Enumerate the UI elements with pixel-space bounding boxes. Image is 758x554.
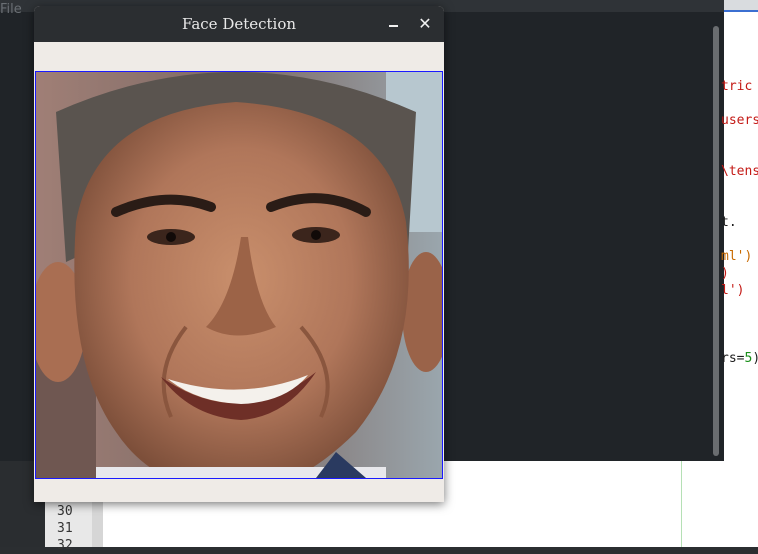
code-fragment: \tens (721, 164, 758, 179)
code-line: rs=5) (721, 351, 758, 367)
vertical-scrollbar[interactable] (713, 26, 719, 456)
close-button[interactable]: ✕ (415, 14, 435, 34)
minimize-button[interactable] (383, 14, 403, 34)
face-detection-window: Face Detection ✕ (34, 6, 444, 502)
code-line: ml') (721, 249, 752, 265)
code-fragment: ) (721, 266, 729, 281)
code-fragment: users (721, 113, 758, 128)
window-toolbar (34, 42, 444, 71)
face-illustration (36, 72, 442, 478)
code-pane-header (724, 0, 758, 10)
code-pane-accent (724, 10, 758, 12)
code-fragment: rs= (721, 351, 745, 366)
code-fragment: ) (752, 351, 758, 366)
window-statusbar (34, 480, 444, 502)
close-icon: ✕ (418, 14, 432, 33)
code-fragment: l') (721, 283, 745, 298)
menu-file[interactable]: File (0, 3, 22, 17)
line-number: 31 (57, 521, 73, 536)
margin-guide (681, 461, 682, 547)
code-fragment: t. (721, 215, 737, 230)
code-fragment: ml') (721, 249, 753, 264)
line-number: 30 (57, 504, 73, 519)
line-number: 32 (57, 538, 73, 553)
code-fragment: tric (721, 79, 753, 94)
detected-face-image (35, 71, 443, 479)
window-titlebar[interactable]: Face Detection ✕ (34, 6, 444, 42)
minimize-icon (388, 25, 398, 27)
code-pane-right: tric users \tens t. ml') ) l') rs=5) (721, 0, 758, 547)
